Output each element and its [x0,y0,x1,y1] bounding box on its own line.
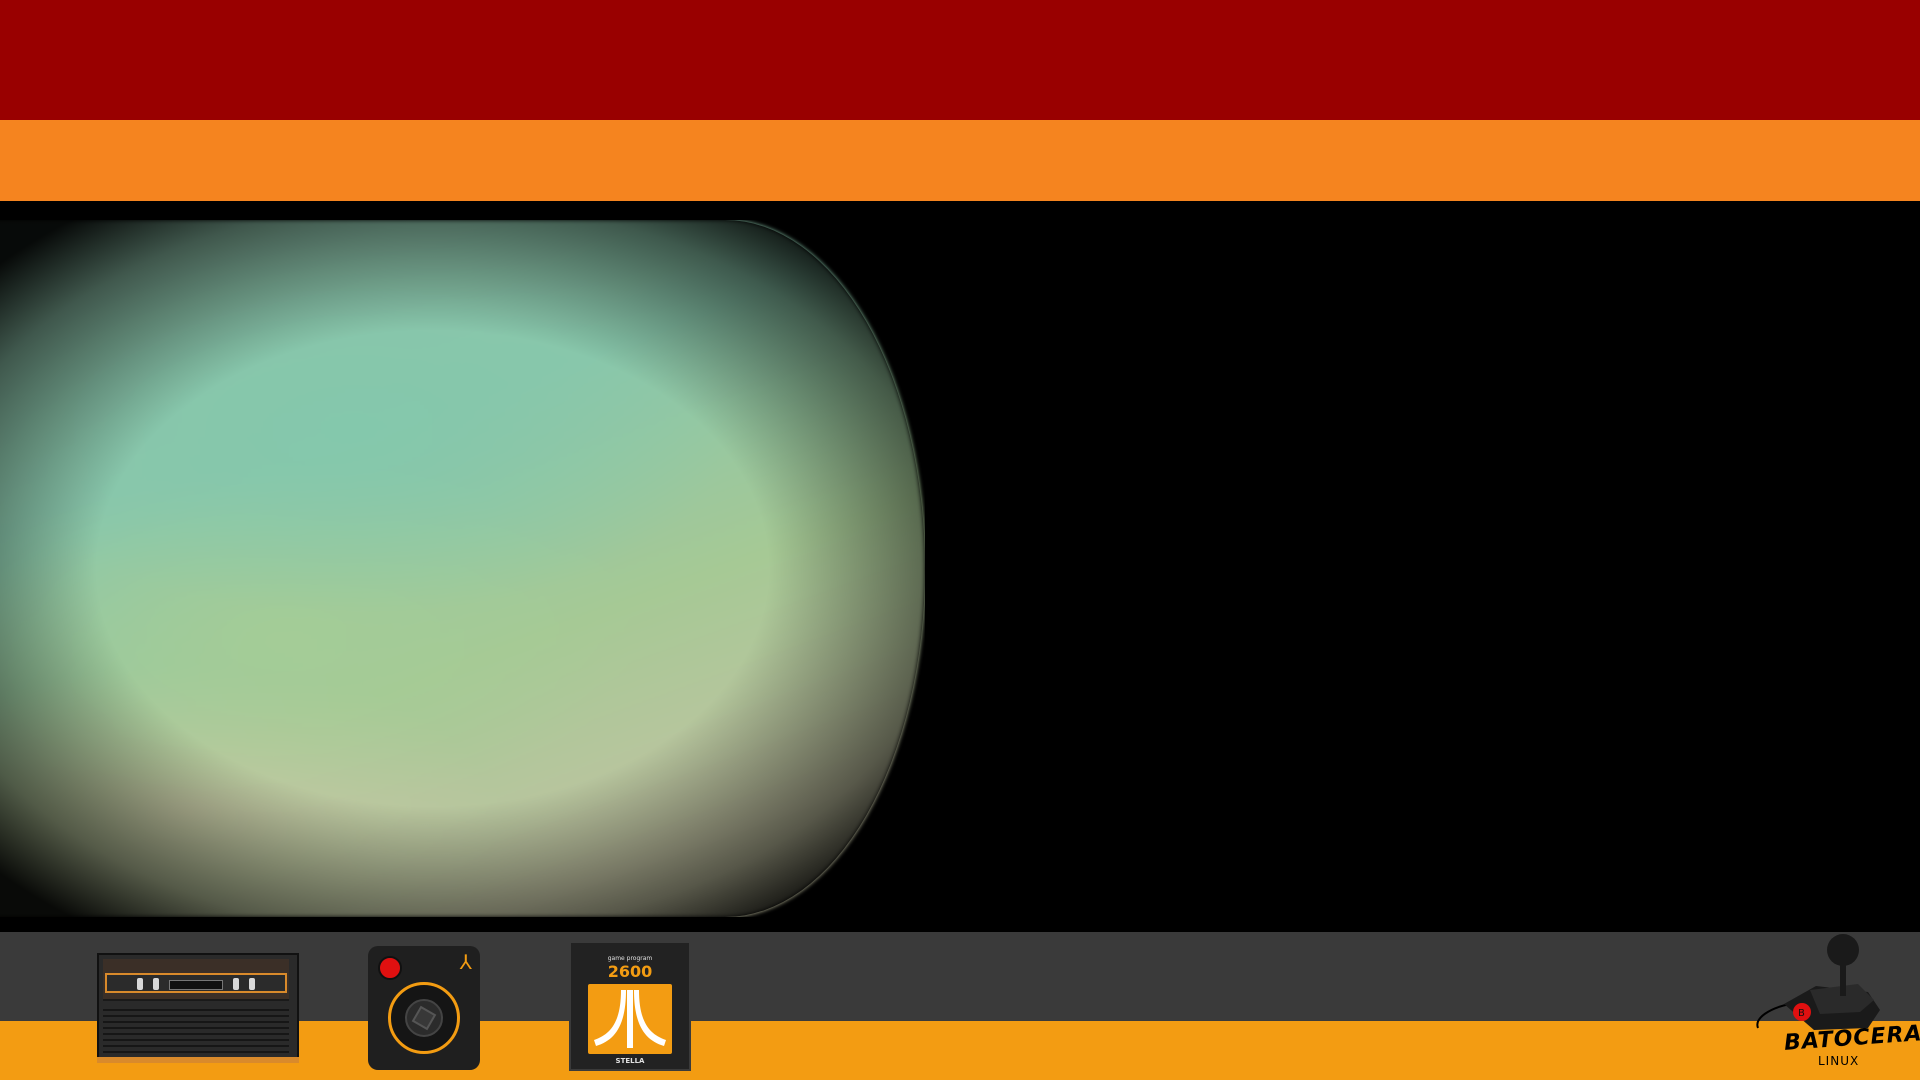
joystick-ring [388,982,460,1054]
console-switch [137,978,143,990]
svg-text:B: B [1798,1008,1805,1019]
console-switch [233,978,239,990]
joystick-base [405,999,443,1037]
cartridge-model: 2600 [607,962,653,981]
atari-2600-console-icon [97,953,299,1063]
console-switch [153,978,159,990]
joystick-stick [411,1005,437,1031]
cartridge-label [588,984,672,1054]
console-base [97,1057,299,1063]
brand-subtitle: LINUX [1818,1054,1860,1068]
atari-fuji-logo-icon [594,990,666,1048]
cartridge-caption: game program [607,955,653,962]
atari-logo-icon: ⅄ [459,950,472,974]
orange-band [0,120,1920,201]
batocera-logo: B BATOCERA LINUX [1750,930,1920,1080]
crt-vignette [0,220,925,917]
crt-screen [0,220,925,917]
console-grill [103,1005,289,1055]
theme-background: ⅄ game program 2600 STELLA B BATOCERA LI… [0,0,1920,1080]
atari-joystick-icon: ⅄ [368,946,480,1070]
atari-cartridge-icon: game program 2600 STELLA [569,941,691,1071]
top-red-band [0,0,1920,120]
fire-button [378,956,402,980]
console-switch [249,978,255,990]
cartridge-footer-text: STELLA [615,1057,645,1065]
cartridge-slot [169,980,223,990]
